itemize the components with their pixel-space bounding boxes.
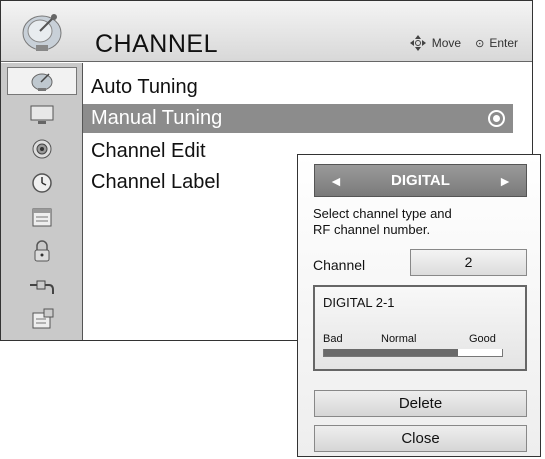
monitor-icon bbox=[30, 105, 54, 124]
menu-title: CHANNEL bbox=[95, 30, 218, 58]
sidebar-item-option[interactable] bbox=[7, 203, 77, 231]
hint-move-label: Move bbox=[431, 36, 462, 50]
sidebar-item-time[interactable] bbox=[7, 169, 77, 197]
instruction-text: Select channel type and RF channel numbe… bbox=[313, 206, 533, 238]
sidebar-item-input[interactable] bbox=[7, 271, 77, 299]
satellite-dish-icon bbox=[31, 73, 53, 91]
input-plug-icon bbox=[30, 280, 54, 294]
enter-icon: ⊙ bbox=[475, 37, 485, 50]
sidebar-item-channel[interactable] bbox=[7, 67, 77, 95]
clock-icon bbox=[32, 173, 52, 193]
satellite-dish-icon bbox=[22, 14, 62, 51]
channel-label: Channel bbox=[313, 257, 366, 273]
move-arrows-icon bbox=[409, 35, 426, 51]
lock-icon bbox=[34, 240, 50, 262]
signal-label-normal: Normal bbox=[381, 333, 417, 345]
signal-channel-name: DIGITAL 2-1 bbox=[323, 295, 395, 310]
signal-strength-fill bbox=[324, 349, 458, 356]
sidebar-item-lock[interactable] bbox=[7, 237, 77, 265]
settings-icon bbox=[32, 308, 54, 329]
sidebar bbox=[1, 63, 83, 340]
signal-label-good: Good bbox=[469, 333, 496, 345]
speaker-icon bbox=[32, 139, 52, 159]
sidebar-item-picture[interactable] bbox=[7, 101, 77, 129]
sidebar-item-settings[interactable] bbox=[7, 305, 77, 333]
left-arrow-icon[interactable]: ◄ bbox=[329, 173, 343, 189]
channel-type-selector[interactable]: ◄ DIGITAL ► bbox=[314, 164, 527, 197]
instruction-line-2: RF channel number. bbox=[313, 222, 431, 237]
signal-panel: DIGITAL 2-1 Bad Normal Good bbox=[313, 285, 527, 371]
signal-strength-bar bbox=[323, 349, 503, 357]
selected-radio-icon bbox=[488, 110, 505, 127]
menu-header: CHANNEL Move ⊙ Enter bbox=[1, 1, 532, 62]
channel-number-field[interactable]: 2 bbox=[410, 249, 527, 276]
delete-button[interactable]: Delete bbox=[314, 390, 527, 417]
calendar-icon bbox=[32, 208, 52, 227]
navigation-hint: Move ⊙ Enter bbox=[409, 34, 518, 52]
sidebar-item-audio[interactable] bbox=[7, 135, 77, 163]
menu-item-auto-tuning[interactable]: Auto Tuning bbox=[83, 73, 513, 102]
channel-type-value: DIGITAL bbox=[391, 172, 450, 189]
menu-item-label: Manual Tuning bbox=[91, 107, 223, 129]
instruction-line-1: Select channel type and bbox=[313, 206, 452, 221]
hint-enter-label: Enter bbox=[489, 36, 518, 50]
menu-item-manual-tuning[interactable]: Manual Tuning bbox=[83, 104, 513, 133]
signal-label-bad: Bad bbox=[323, 333, 343, 345]
right-arrow-icon[interactable]: ► bbox=[498, 173, 512, 189]
close-button[interactable]: Close bbox=[314, 425, 527, 452]
manual-tuning-dialog: ◄ DIGITAL ► Select channel type and RF c… bbox=[297, 154, 541, 457]
